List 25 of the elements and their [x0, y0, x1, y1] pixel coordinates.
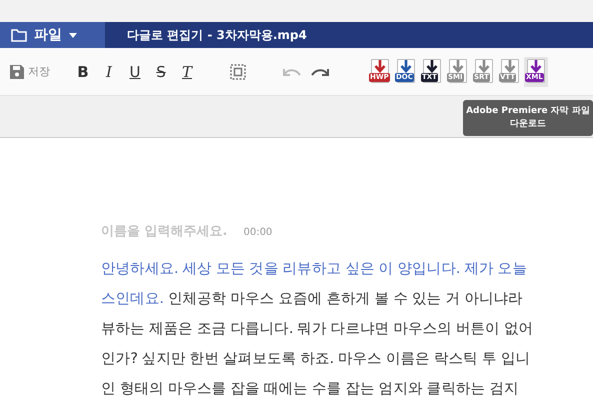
download-arrow-icon [452, 60, 464, 74]
tooltip: Adobe Premiere 자막 파일 다운로드 [463, 100, 593, 136]
format-button[interactable]: U [128, 62, 142, 80]
transcript-line: 안녕하세요. 세상 모든 것을 리뷰하고 싶은 이 양입니다. 제가 오늘 [101, 260, 528, 279]
transcript-line: 스인데요. 인체공학 마우스 요즘에 흔하게 볼 수 있는 거 아니냐라 [101, 290, 524, 309]
transcript-line: 인 형태의 마우스를 잡을 때에는 수를 잡는 엄지와 클릭하는 검지 [101, 380, 520, 399]
timestamp: 00:00 [243, 227, 272, 238]
file-menu-button[interactable]: 파일 [0, 22, 105, 48]
download-arrow-icon [374, 60, 386, 74]
window-title: 다글로 편집기 - 3차자막용.mp4 [127, 26, 307, 44]
caret-icon [69, 32, 77, 38]
format-button[interactable]: T [180, 62, 194, 80]
select-all-icon[interactable] [230, 64, 246, 80]
folder-icon [11, 28, 27, 42]
download-arrow-icon [504, 60, 516, 74]
transcript-line: 인가? 싶지만 한번 살펴보도록 하죠. 마우스 이름은 락스틱 투 입니 [101, 350, 531, 369]
download-arrow-icon [426, 60, 438, 74]
format-button[interactable]: S [154, 62, 168, 80]
format-button[interactable]: B [76, 62, 90, 80]
transcript-line: 뷰하는 제품은 조금 다릅니다. 뭐가 다르냐면 마우스의 버튼이 없어 [101, 320, 534, 339]
format-button[interactable]: I [102, 62, 116, 80]
download-arrow-icon [478, 60, 490, 74]
save-icon [10, 64, 24, 78]
download-arrow-icon [530, 60, 542, 74]
download-arrow-icon [400, 60, 412, 74]
